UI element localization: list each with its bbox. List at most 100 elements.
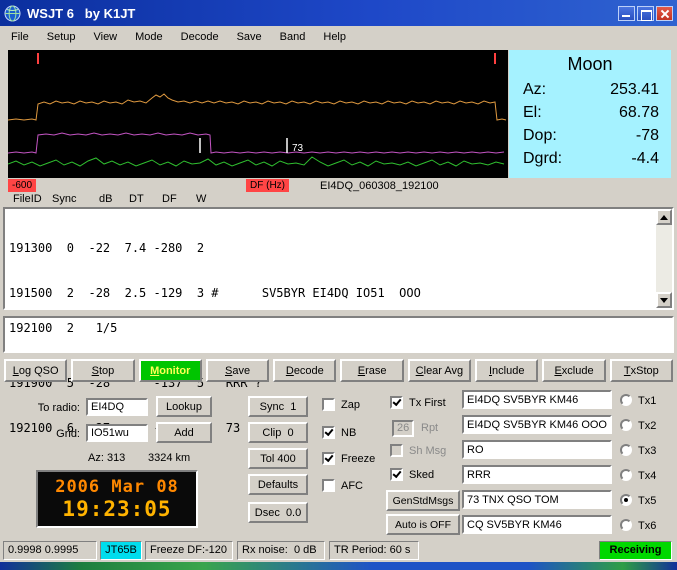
- decode-line: 191500 2 -28 2.5 -129 3 # SV5BYR EI4DQ I…: [9, 286, 421, 300]
- scroll-up-button[interactable]: [656, 209, 672, 225]
- moon-dgrd-row: Dgrd: -4.4: [509, 147, 671, 170]
- sh-msg-checkbox: [390, 444, 403, 457]
- maximize-button[interactable]: [637, 5, 654, 21]
- include-button[interactable]: Include: [475, 359, 539, 382]
- wsjt-window: WSJT 6 by K1JT File Setup View Mode Deco…: [0, 0, 677, 570]
- tx1-radio[interactable]: [620, 394, 632, 406]
- minimize-button[interactable]: [618, 5, 635, 21]
- log-qso-button[interactable]: Log QSO: [4, 359, 68, 382]
- header-sync: Sync: [52, 193, 77, 205]
- globe-icon[interactable]: [4, 5, 21, 22]
- txstop-button[interactable]: TxStop: [609, 359, 673, 382]
- orange-trace: [7, 93, 507, 121]
- to-radio-input[interactable]: [86, 398, 148, 416]
- zap-label[interactable]: Zap: [341, 399, 360, 411]
- tx3-message-input[interactable]: [462, 440, 612, 459]
- tx5-message-input[interactable]: [462, 490, 612, 509]
- zap-checkbox[interactable]: [322, 398, 335, 411]
- tx5-label[interactable]: Tx5: [638, 495, 656, 507]
- menu-mode[interactable]: Mode: [126, 28, 172, 46]
- moon-dop-value: -78: [635, 127, 659, 144]
- exclude-button[interactable]: Exclude: [542, 359, 606, 382]
- tx2-label[interactable]: Tx2: [638, 420, 656, 432]
- decode-line: 191300 0 -22 7.4 -280 2: [9, 241, 205, 255]
- scroll-down-button[interactable]: [656, 292, 672, 308]
- mode-panel: JT65B: [100, 541, 142, 560]
- tx4-message-input[interactable]: [462, 465, 612, 484]
- tx3-label[interactable]: Tx3: [638, 445, 656, 457]
- moon-dop-row: Dop: -78: [509, 124, 671, 147]
- moon-el-label: El:: [523, 104, 542, 121]
- tx-first-label[interactable]: Tx First: [409, 397, 446, 409]
- tx4-label[interactable]: Tx4: [638, 470, 656, 482]
- moon-az-row: Az: 253.41: [509, 78, 671, 101]
- tx6-radio[interactable]: [620, 519, 632, 531]
- menu-setup[interactable]: Setup: [38, 28, 85, 46]
- grid-label: Grid:: [56, 428, 80, 440]
- moon-dop-label: Dop:: [523, 127, 557, 144]
- monitor-button[interactable]: Monitor: [138, 359, 202, 382]
- nb-checkbox[interactable]: [322, 426, 335, 439]
- action-button-row: Log QSO Stop Monitor Save Decode Erase C…: [4, 359, 673, 382]
- tx3-radio[interactable]: [620, 444, 632, 456]
- auto-button[interactable]: Auto is OFF: [386, 514, 460, 535]
- close-button[interactable]: [656, 5, 673, 21]
- menu-save[interactable]: Save: [228, 28, 271, 46]
- tx2-message-input[interactable]: [462, 415, 612, 434]
- afc-label[interactable]: AFC: [341, 480, 363, 492]
- wav-filename: EI4DQ_060308_192100: [320, 180, 439, 192]
- average-line: 192100 2 1/5: [9, 321, 118, 335]
- clip-button[interactable]: Clip 0: [248, 422, 308, 443]
- df-axis-label: DF (Hz): [246, 179, 289, 192]
- stop-button[interactable]: Stop: [71, 359, 135, 382]
- spectrum-display[interactable]: 73: [7, 50, 508, 178]
- tr-period-panel: TR Period: 60 s: [329, 541, 419, 560]
- menu-band[interactable]: Band: [271, 28, 315, 46]
- window-title: WSJT 6 by K1JT: [27, 5, 136, 21]
- afc-checkbox[interactable]: [322, 479, 335, 492]
- moon-az-value: 253.41: [610, 81, 659, 98]
- decoded-text-area: 191300 0 -22 7.4 -280 2 191500 2 -28 2.5…: [3, 207, 674, 435]
- add-button[interactable]: Add: [156, 422, 212, 443]
- header-fileid: FileID: [13, 193, 42, 205]
- tx6-message-input[interactable]: [462, 515, 612, 534]
- tx2-radio[interactable]: [620, 419, 632, 431]
- tx4-radio[interactable]: [620, 469, 632, 481]
- defaults-button[interactable]: Defaults: [248, 474, 308, 495]
- freeze-df-panel: Freeze DF:-120: [145, 541, 233, 560]
- moon-el-row: El: 68.78: [509, 101, 671, 124]
- tx6-label[interactable]: Tx6: [638, 520, 656, 532]
- tol-button[interactable]: Tol 400: [248, 448, 308, 469]
- utc-clock: 2006 Mar 08 19:23:05: [36, 470, 198, 528]
- menu-file[interactable]: File: [2, 28, 38, 46]
- rpt-value: 26: [392, 420, 414, 437]
- menu-decode[interactable]: Decode: [172, 28, 228, 46]
- sked-checkbox[interactable]: [390, 468, 403, 481]
- freeze-label[interactable]: Freeze: [341, 453, 375, 465]
- sked-label[interactable]: Sked: [409, 469, 434, 481]
- moon-el-value: 68.78: [618, 104, 659, 121]
- tx-first-checkbox[interactable]: [390, 396, 403, 409]
- grid-input[interactable]: [86, 424, 148, 442]
- dsec-button[interactable]: Dsec 0.0: [248, 502, 308, 523]
- nb-label[interactable]: NB: [341, 427, 356, 439]
- menu-view[interactable]: View: [84, 28, 126, 46]
- menu-help[interactable]: Help: [314, 28, 355, 46]
- save-button[interactable]: Save: [205, 359, 270, 382]
- tx1-label[interactable]: Tx1: [638, 395, 656, 407]
- menu-bar: File Setup View Mode Decode Save Band He…: [0, 26, 677, 48]
- decode-scrollbar[interactable]: [656, 209, 672, 308]
- tx5-radio[interactable]: [620, 494, 632, 506]
- moon-dgrd-value: -4.4: [631, 150, 659, 167]
- distance-readout: 3324 km: [148, 452, 191, 464]
- header-w: W: [196, 193, 207, 205]
- sync-button[interactable]: Sync 1: [248, 396, 308, 417]
- freeze-checkbox[interactable]: [322, 452, 335, 465]
- moon-panel: Moon Az: 253.41 El: 68.78 Dop: -78 Dgrd:…: [509, 50, 671, 178]
- decode-button[interactable]: Decode: [273, 359, 337, 382]
- gen-std-msgs-button[interactable]: GenStdMsgs: [386, 490, 460, 511]
- lookup-button[interactable]: Lookup: [156, 396, 212, 417]
- erase-button[interactable]: Erase: [340, 359, 404, 382]
- tx1-message-input[interactable]: [462, 390, 612, 409]
- clear-avg-button[interactable]: Clear Avg: [407, 359, 472, 382]
